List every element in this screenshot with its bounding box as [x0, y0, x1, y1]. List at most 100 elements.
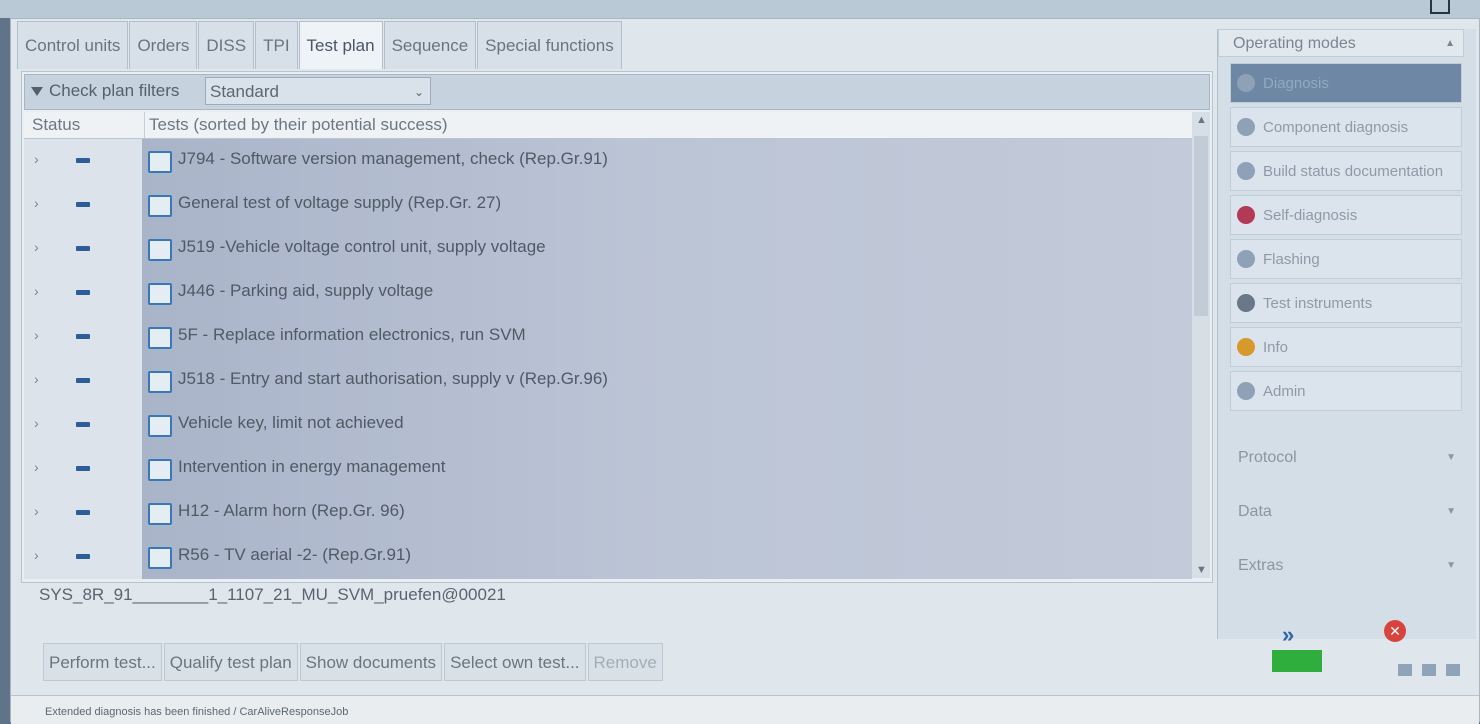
tray-icon-2[interactable] [1422, 664, 1436, 676]
test-checkbox[interactable] [148, 239, 172, 261]
protocol-section[interactable]: Protocol ▼ [1224, 443, 1464, 473]
data-section[interactable]: Data ▼ [1224, 497, 1464, 527]
mode-component-diagnosis[interactable]: Component diagnosis [1230, 107, 1462, 147]
extras-section[interactable]: Extras ▼ [1224, 551, 1464, 581]
mode-build-status-documentation[interactable]: Build status documentation [1230, 151, 1462, 191]
table-row[interactable]: › R56 - TV aerial -2- (Rep.Gr.91) [24, 535, 1192, 579]
expand-icon[interactable]: › [34, 371, 39, 387]
filter-bar: Check plan filters Standard ⌄ [24, 74, 1210, 110]
expand-icon[interactable]: › [34, 239, 39, 255]
test-list: › J794 - Software version management, che… [24, 139, 1192, 579]
check-plan-filters-label[interactable]: Check plan filters [31, 81, 179, 101]
table-row[interactable]: › General test of voltage supply (Rep.Gr.… [24, 183, 1192, 227]
status-indicator [76, 334, 90, 339]
tab-test-plan[interactable]: Test plan [298, 21, 383, 69]
table-row[interactable]: › J794 - Software version management, che… [24, 139, 1192, 183]
column-tests[interactable]: Tests (sorted by their potential success… [144, 112, 448, 138]
test-name: J794 - Software version management, chec… [178, 149, 608, 168]
data-label: Data [1238, 503, 1272, 520]
show-documents-button[interactable]: Show documents [299, 643, 443, 681]
status-indicator [76, 202, 90, 207]
operating-modes-header[interactable]: Operating modes ▲ [1218, 29, 1464, 57]
test-checkbox[interactable] [148, 415, 172, 437]
filter-select[interactable]: Standard ⌄ [205, 77, 431, 105]
table-row[interactable]: › Intervention in energy management [24, 447, 1192, 491]
expand-icon[interactable]: › [34, 195, 39, 211]
tray-icon-3[interactable] [1446, 664, 1460, 676]
table-row[interactable]: › J519 -Vehicle voltage control unit, sup… [24, 227, 1192, 271]
test-checkbox[interactable] [148, 547, 172, 569]
expand-icon[interactable]: › [34, 547, 39, 563]
application-window: Control units Orders DISS TPI Test plan … [10, 18, 1480, 724]
remove-button[interactable]: Remove [587, 643, 663, 681]
test-plan-panel: Check plan filters Standard ⌄ Status Tes… [21, 71, 1213, 583]
mode-label: Info [1263, 339, 1289, 356]
table-row[interactable]: › 5F - Replace information electronics, r… [24, 315, 1192, 359]
table-row[interactable]: › J446 - Parking aid, supply voltage [24, 271, 1192, 315]
vertical-scrollbar[interactable]: ▲ ▼ [1192, 112, 1210, 578]
connection-indicator [1272, 650, 1322, 672]
mode-admin[interactable]: Admin [1230, 371, 1462, 411]
expand-icon[interactable]: › [34, 151, 39, 167]
mode-flashing[interactable]: Flashing [1230, 239, 1462, 279]
test-name: R56 - TV aerial -2- (Rep.Gr.91) [178, 545, 412, 564]
mode-diagnosis[interactable]: Diagnosis [1230, 63, 1462, 103]
table-row[interactable]: › J518 - Entry and start authorisation, s… [24, 359, 1192, 403]
select-own-test-button[interactable]: Select own test... [444, 643, 586, 681]
scroll-up-icon[interactable]: ▲ [1196, 114, 1207, 126]
test-checkbox[interactable] [148, 283, 172, 305]
status-indicator [76, 466, 90, 471]
test-name: J518 - Entry and start authorisation, su… [178, 369, 608, 388]
mode-test-instruments[interactable]: Test instruments [1230, 283, 1462, 323]
window-icon[interactable] [1430, 0, 1450, 14]
filter-label-text: Check plan filters [49, 81, 180, 100]
test-checkbox[interactable] [148, 151, 172, 173]
scroll-thumb[interactable] [1194, 136, 1208, 316]
scroll-down-icon[interactable]: ▼ [1196, 564, 1207, 576]
mode-label: Self-diagnosis [1263, 207, 1358, 224]
expand-icon[interactable]: › [34, 459, 39, 475]
admin-icon [1237, 382, 1255, 400]
test-name: J446 - Parking aid, supply voltage [178, 281, 434, 300]
tab-orders[interactable]: Orders [129, 21, 198, 69]
tab-special-functions[interactable]: Special functions [477, 21, 622, 69]
tab-tpi[interactable]: TPI [255, 21, 298, 69]
expand-icon[interactable]: › [34, 415, 39, 431]
test-checkbox[interactable] [148, 503, 172, 525]
chevron-down-icon: ▼ [1446, 452, 1456, 463]
mode-label: Admin [1263, 383, 1306, 400]
mode-label: Build status documentation [1263, 163, 1444, 180]
mode-info[interactable]: Info [1230, 327, 1462, 367]
qualify-test-plan-button[interactable]: Qualify test plan [163, 643, 298, 681]
test-checkbox[interactable] [148, 371, 172, 393]
perform-test-button[interactable]: Perform test... [43, 643, 162, 681]
test-name: Vehicle key, limit not achieved [178, 413, 404, 432]
tab-sequence[interactable]: Sequence [383, 21, 477, 69]
close-icon[interactable]: ✕ [1384, 620, 1406, 642]
status-indicator [76, 422, 90, 427]
tab-diss[interactable]: DISS [198, 21, 255, 69]
mode-self-diagnosis[interactable]: Self-diagnosis [1230, 195, 1462, 235]
tray-icon-1[interactable] [1398, 664, 1412, 676]
test-checkbox[interactable] [148, 195, 172, 217]
action-buttons: Perform test... Qualify test plan Show d… [43, 643, 665, 681]
tab-control-units[interactable]: Control units [17, 21, 129, 69]
operating-modes-label: Operating modes [1233, 35, 1356, 52]
table-row[interactable]: › H12 - Alarm horn (Rep.Gr. 96) [24, 491, 1192, 535]
mode-label: Diagnosis [1263, 75, 1329, 92]
test-name: General test of voltage supply (Rep.Gr. … [178, 193, 502, 212]
forward-icon[interactable]: » [1282, 622, 1294, 648]
expand-icon[interactable]: › [34, 283, 39, 299]
test-checkbox[interactable] [148, 459, 172, 481]
expand-icon[interactable]: › [34, 327, 39, 343]
status-text: Extended diagnosis has been finished / C… [45, 706, 349, 718]
test-name: J519 -Vehicle voltage control unit, supp… [178, 237, 546, 256]
expand-icon[interactable]: › [34, 503, 39, 519]
test-checkbox[interactable] [148, 327, 172, 349]
column-status[interactable]: Status [32, 115, 80, 135]
info-icon [1237, 338, 1255, 356]
filter-select-value: Standard [210, 82, 279, 101]
top-strip [0, 0, 1480, 18]
table-row[interactable]: › Vehicle key, limit not achieved [24, 403, 1192, 447]
test-name: Intervention in energy management [178, 457, 446, 476]
